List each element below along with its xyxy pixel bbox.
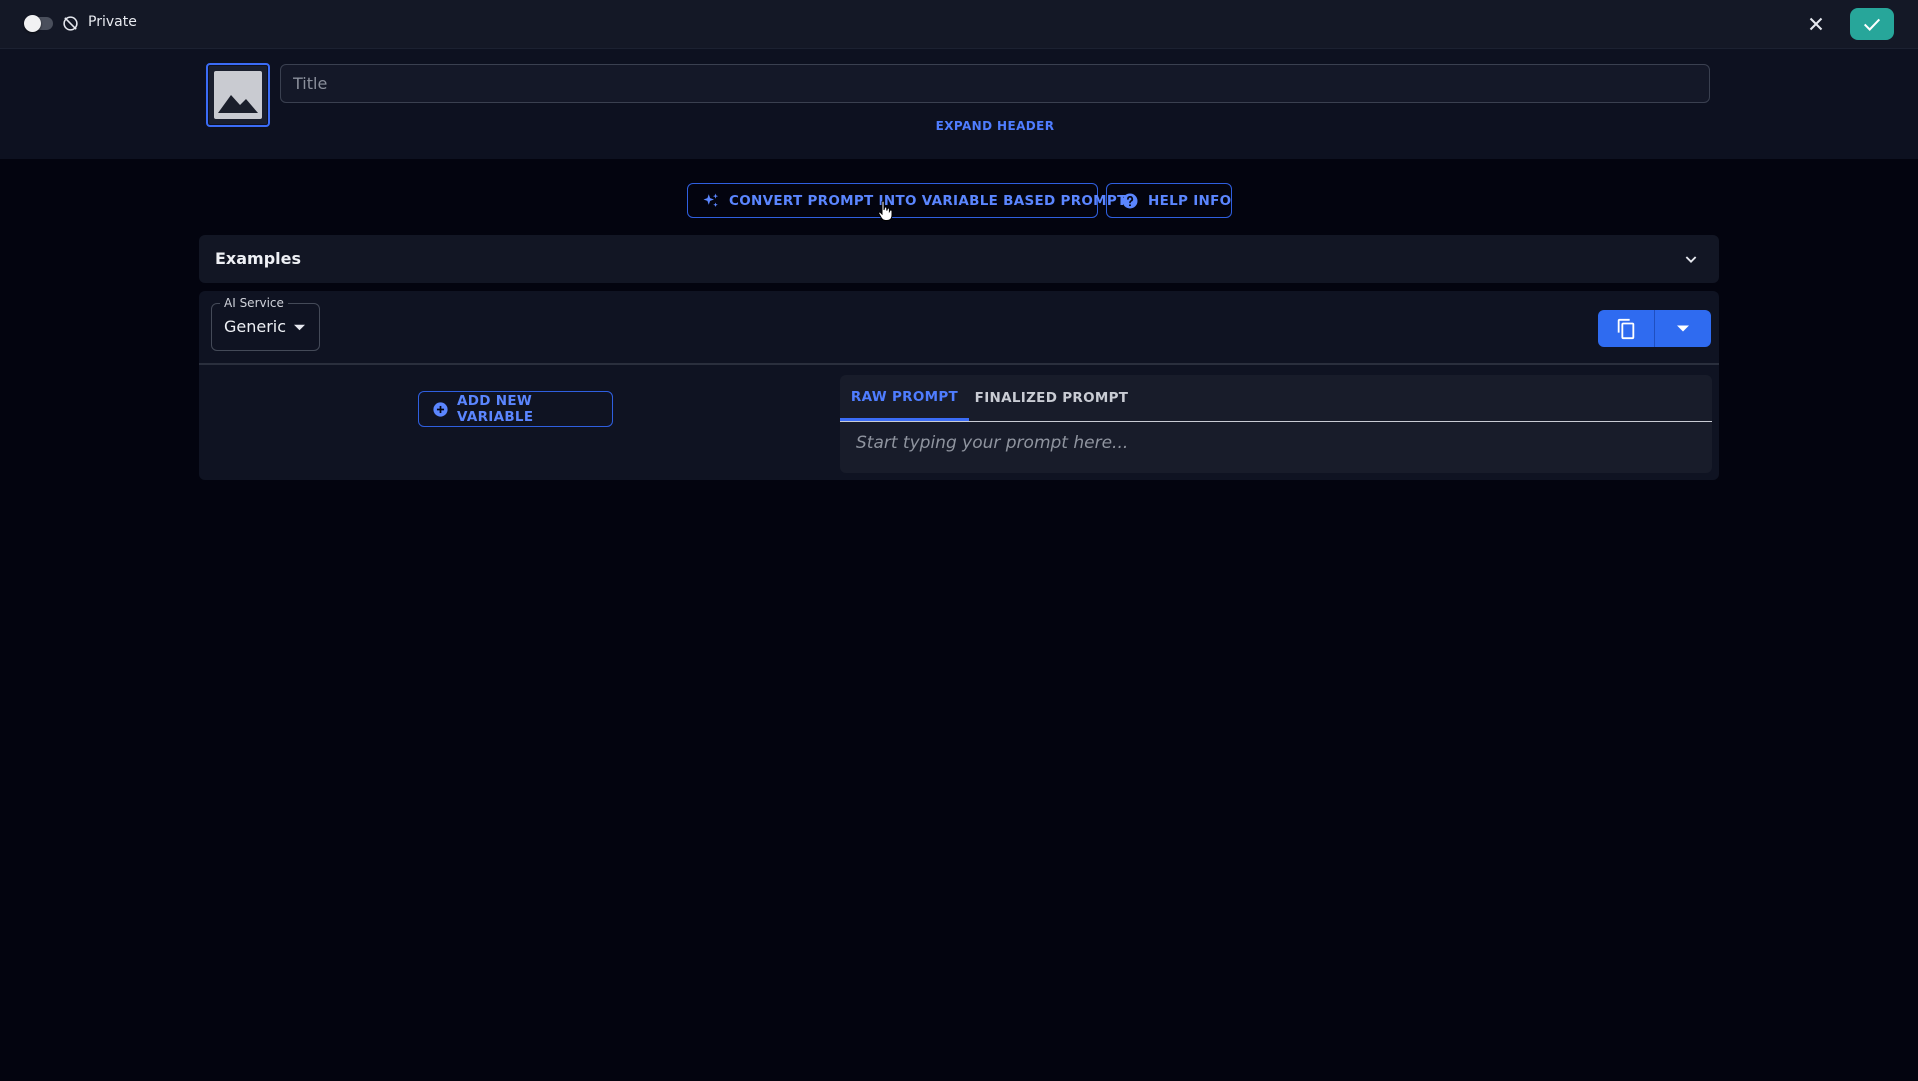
hand-cursor-icon xyxy=(878,200,894,222)
examples-accordion[interactable]: Examples xyxy=(199,235,1719,283)
add-variable-label: ADD NEW VARIABLE xyxy=(457,393,534,425)
add-variable-button[interactable]: ADD NEW VARIABLE xyxy=(418,391,613,427)
plus-circle-icon xyxy=(432,401,449,418)
tab-raw-prompt[interactable]: RAW PROMPT xyxy=(840,375,969,421)
confirm-button[interactable] xyxy=(1850,8,1894,40)
thumbnail-picker[interactable] xyxy=(206,63,270,127)
prompt-editor: RAW PROMPT FINALIZED PROMPT Start typing… xyxy=(840,375,1712,473)
close-button[interactable] xyxy=(1805,13,1827,35)
public-off-icon xyxy=(62,15,79,32)
check-icon xyxy=(1861,13,1883,35)
prompt-input[interactable]: Start typing your prompt here... xyxy=(856,433,1696,453)
toggle-knob[interactable] xyxy=(24,15,41,32)
copy-button[interactable] xyxy=(1598,310,1654,347)
close-icon xyxy=(1805,13,1827,35)
tab-finalized-prompt[interactable]: FINALIZED PROMPT xyxy=(969,375,1134,421)
sparkle-icon xyxy=(702,192,720,210)
help-info-label: HELP INFO xyxy=(1148,192,1232,209)
top-bar: Private xyxy=(0,0,1918,49)
prompt-tabs: RAW PROMPT FINALIZED PROMPT xyxy=(840,375,1712,422)
editor-panel: AI Service Generic ADD NEW VARIABLE RAW … xyxy=(199,291,1719,480)
expand-header-link[interactable]: EXPAND HEADER xyxy=(900,119,1090,133)
help-circle-icon xyxy=(1121,192,1139,210)
chevron-down-icon[interactable] xyxy=(1683,251,1699,267)
ai-service-select[interactable]: AI Service Generic xyxy=(211,296,320,351)
visibility-label: Private xyxy=(88,14,137,30)
visibility-toggle[interactable] xyxy=(24,15,53,32)
caret-down-icon xyxy=(294,324,305,331)
copy-icon xyxy=(1615,318,1637,340)
copy-button-group xyxy=(1598,310,1711,347)
convert-prompt-label: CONVERT PROMPT INTO VARIABLE BASED PROMP… xyxy=(729,192,1127,209)
caret-down-icon xyxy=(1677,325,1689,332)
image-icon xyxy=(214,71,262,119)
help-info-button[interactable]: HELP INFO xyxy=(1106,183,1232,218)
examples-label: Examples xyxy=(215,249,302,268)
ai-service-label: AI Service xyxy=(220,296,288,310)
copy-options-button[interactable] xyxy=(1655,310,1711,347)
title-input[interactable] xyxy=(280,64,1710,103)
ai-service-value: Generic xyxy=(224,317,287,336)
panel-divider xyxy=(199,363,1719,365)
